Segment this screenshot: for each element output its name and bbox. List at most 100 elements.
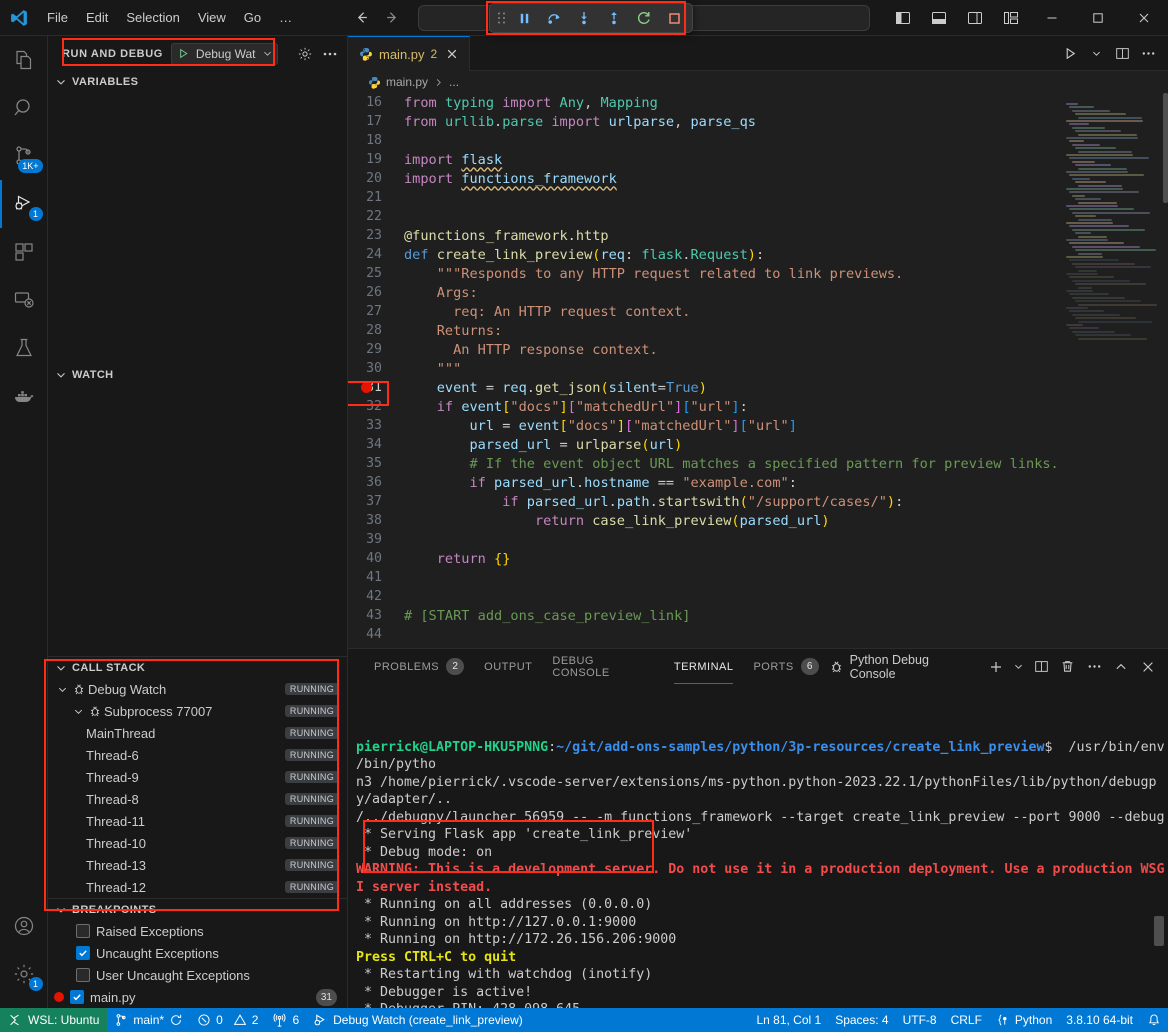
code-line[interactable]: 21 xyxy=(348,188,1060,207)
breakpoint-row[interactable]: Raised Exceptions xyxy=(48,920,347,942)
tab-terminal[interactable]: TERMINAL xyxy=(664,649,744,684)
code-line[interactable]: 42 xyxy=(348,587,1060,606)
kill-terminal-trash-icon[interactable] xyxy=(1056,655,1080,679)
status-interpreter[interactable]: 3.8.10 64-bit xyxy=(1059,1008,1140,1032)
sidebar-item-extensions[interactable] xyxy=(0,228,48,276)
code-content[interactable]: # If the event object URL matches a spec… xyxy=(404,456,1059,472)
code-line[interactable]: 22 xyxy=(348,207,1060,226)
code-content[interactable]: import flask xyxy=(404,152,502,168)
call-stack-row[interactable]: Thread-13RUNNING xyxy=(48,854,347,876)
tab-output[interactable]: OUTPUT xyxy=(474,649,542,684)
code-line[interactable]: 39 xyxy=(348,530,1060,549)
customize-layout-icon[interactable] xyxy=(994,3,1028,33)
code-content[interactable]: url = event["docs"]["matchedUrl"]["url"] xyxy=(404,418,797,434)
sidebar-item-explorer[interactable] xyxy=(0,36,48,84)
accounts-button[interactable] xyxy=(0,902,48,950)
code-content[interactable]: if parsed_url.hostname == "example.com": xyxy=(404,475,797,491)
code-line[interactable]: 17from urllib.parse import urlparse, par… xyxy=(348,112,1060,131)
sidebar-item-search[interactable] xyxy=(0,84,48,132)
sidebar-item-docker[interactable] xyxy=(0,372,48,420)
code-line[interactable]: 32 if event["docs"]["matchedUrl"]["url"]… xyxy=(348,397,1060,416)
code-line[interactable]: 16from typing import Any, Mapping xyxy=(348,93,1060,112)
code-line[interactable]: 31 event = req.get_json(silent=True) xyxy=(348,378,1060,397)
toggle-panel-icon[interactable] xyxy=(922,3,956,33)
section-header-call-stack[interactable]: CALL STACK xyxy=(48,656,347,678)
code-line[interactable]: 23@functions_framework.http xyxy=(348,226,1060,245)
tab-problems[interactable]: PROBLEMS 2 xyxy=(364,649,474,684)
section-header-variables[interactable]: VARIABLES xyxy=(48,71,347,93)
code-line[interactable]: 24def create_link_preview(req: flask.Req… xyxy=(348,245,1060,264)
call-stack-row[interactable]: Thread-10RUNNING xyxy=(48,832,347,854)
menu-view[interactable]: View xyxy=(189,6,235,29)
breadcrumb-file[interactable]: main.py xyxy=(386,75,428,89)
sidebar-item-source-control[interactable]: 1K+ xyxy=(0,132,48,180)
step-out-button[interactable] xyxy=(600,6,628,30)
code-scroll-area[interactable]: 16from typing import Any, Mapping17from … xyxy=(348,93,1060,648)
watch-tree[interactable] xyxy=(48,386,347,657)
call-stack-row[interactable]: Thread-8RUNNING xyxy=(48,788,347,810)
code-content[interactable]: """ xyxy=(404,361,461,377)
split-terminal-icon[interactable] xyxy=(1029,655,1053,679)
code-line[interactable]: 20import functions_framework xyxy=(348,169,1060,188)
call-stack-row[interactable]: Thread-9RUNNING xyxy=(48,766,347,788)
breakpoint-row[interactable]: User Uncaught Exceptions xyxy=(48,964,347,986)
status-problems[interactable]: 0 2 xyxy=(190,1008,265,1032)
code-content[interactable]: from urllib.parse import urlparse, parse… xyxy=(404,114,756,130)
minimap[interactable] xyxy=(1060,93,1168,648)
breakpoint-row[interactable]: Uncaught Exceptions xyxy=(48,942,347,964)
sidebar-item-testing[interactable] xyxy=(0,324,48,372)
drag-handle-icon[interactable] xyxy=(494,11,508,25)
breakpoint-checkbox[interactable] xyxy=(76,924,90,938)
close-button[interactable] xyxy=(1122,1,1166,35)
menu-selection[interactable]: Selection xyxy=(117,6,188,29)
code-content[interactable]: # [START add_ons_case_preview_link] xyxy=(404,608,690,624)
active-terminal-name[interactable]: Python Debug Console xyxy=(829,653,977,681)
restart-button[interactable] xyxy=(630,6,658,30)
code-line[interactable]: 40 return {} xyxy=(348,549,1060,568)
code-line[interactable]: 35 # If the event object URL matches a s… xyxy=(348,454,1060,473)
breakpoint-checkbox[interactable] xyxy=(76,968,90,982)
code-content[interactable]: from typing import Any, Mapping xyxy=(404,95,658,111)
code-content[interactable]: Returns: xyxy=(404,323,502,339)
call-stack-row[interactable]: Subprocess 77007RUNNING xyxy=(48,700,347,722)
open-launch-json-gear-icon[interactable] xyxy=(294,43,316,65)
code-content[interactable]: req: An HTTP request context. xyxy=(404,304,690,320)
call-stack-row[interactable]: Thread-11RUNNING xyxy=(48,810,347,832)
code-content[interactable]: return case_link_preview(parsed_url) xyxy=(404,513,830,529)
run-options-chevron-icon[interactable] xyxy=(1084,40,1108,66)
start-debug-icon[interactable] xyxy=(177,47,190,60)
manage-settings-button[interactable]: 1 xyxy=(0,950,48,998)
close-tab-icon[interactable] xyxy=(443,45,461,63)
code-line[interactable]: 37 if parsed_url.path.startswith("/suppo… xyxy=(348,492,1060,511)
breakpoint-checkbox[interactable] xyxy=(70,990,84,1004)
code-editor[interactable]: 16from typing import Any, Mapping17from … xyxy=(348,93,1168,648)
split-editor-right-icon[interactable] xyxy=(1110,40,1134,66)
run-python-file-icon[interactable] xyxy=(1058,40,1082,66)
sidebar-item-remote-explorer[interactable] xyxy=(0,276,48,324)
code-line[interactable]: 38 return case_link_preview(parsed_url) xyxy=(348,511,1060,530)
sync-icon[interactable] xyxy=(169,1013,183,1027)
editor-tab-main-py[interactable]: main.py 2 xyxy=(348,36,470,71)
code-line[interactable]: 25 """Responds to any HTTP request relat… xyxy=(348,264,1060,283)
status-remote-indicator[interactable]: WSL: Ubuntu xyxy=(0,1008,107,1032)
code-content[interactable]: event = req.get_json(silent=True) xyxy=(404,380,707,396)
maximize-panel-icon[interactable] xyxy=(1110,655,1134,679)
debug-toolbar[interactable] xyxy=(489,3,693,33)
code-line[interactable]: 44 xyxy=(348,625,1060,644)
status-notifications[interactable] xyxy=(1140,1008,1168,1032)
back-arrow-icon[interactable] xyxy=(353,9,370,26)
chevron-down-icon[interactable] xyxy=(70,705,86,718)
tab-ports[interactable]: PORTS 6 xyxy=(743,649,828,684)
code-line[interactable]: 26 Args: xyxy=(348,283,1060,302)
code-lines[interactable]: 16from typing import Any, Mapping17from … xyxy=(348,93,1060,644)
forward-arrow-icon[interactable] xyxy=(384,9,401,26)
menu-go[interactable]: Go xyxy=(235,6,270,29)
breakpoints-list[interactable]: Raised ExceptionsUncaught ExceptionsUser… xyxy=(48,920,347,1008)
menu-bar[interactable]: File Edit Selection View Go … xyxy=(38,6,301,29)
status-indentation[interactable]: Spaces: 4 xyxy=(828,1008,895,1032)
code-line[interactable]: 18 xyxy=(348,131,1060,150)
code-content[interactable]: An HTTP response context. xyxy=(404,342,658,358)
stop-button[interactable] xyxy=(660,6,688,30)
code-line[interactable]: 28 Returns: xyxy=(348,321,1060,340)
code-line[interactable]: 19import flask xyxy=(348,150,1060,169)
